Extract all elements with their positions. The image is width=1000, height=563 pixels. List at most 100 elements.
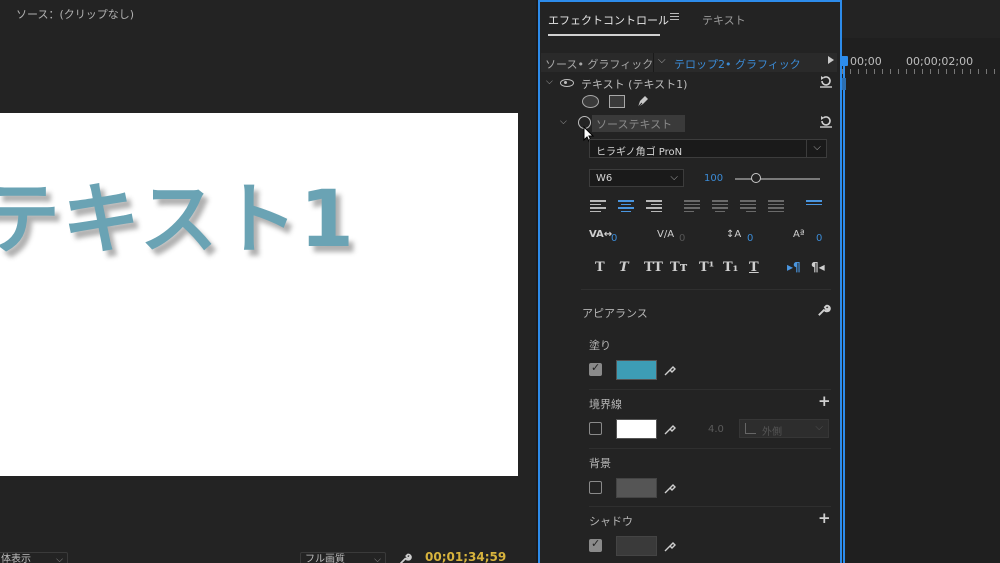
playhead-handle[interactable]	[840, 56, 848, 66]
ellipse-mask-icon[interactable]	[582, 95, 599, 108]
stroke-color-swatch[interactable]	[616, 419, 657, 439]
font-weight-value: W6	[596, 173, 613, 184]
font-family-dropdown[interactable]: ヒラギノ角ゴ ProN ⌵	[589, 139, 827, 158]
fill-color-swatch[interactable]	[616, 360, 657, 380]
justify-center-icon[interactable]	[712, 200, 728, 214]
tracking-value[interactable]: 0	[611, 233, 617, 244]
pen-icon[interactable]	[635, 93, 651, 109]
kerning-icon[interactable]: V/A	[657, 229, 674, 240]
align-top-icon[interactable]	[806, 200, 822, 214]
all-caps-icon[interactable]: TT	[644, 260, 663, 275]
source-monitor-title: ソース：(クリップなし)	[16, 8, 135, 21]
subscript-icon[interactable]: T₁	[723, 260, 738, 275]
font-family-value: ヒラギノ角ゴ ProN	[596, 147, 683, 158]
timeline-ruler[interactable]	[842, 69, 1000, 74]
background-color-swatch[interactable]	[616, 478, 657, 498]
timeline-time-mark: 00;00;02;00	[906, 55, 974, 68]
stroke-checkbox[interactable]	[589, 422, 602, 435]
background-checkbox[interactable]	[589, 481, 602, 494]
leading-icon[interactable]: ↕A	[726, 229, 741, 240]
clip-divider	[653, 53, 654, 72]
clip-bar	[842, 78, 846, 90]
fill-checkbox[interactable]	[589, 361, 602, 376]
panel-tabs: エフェクトコントロール テキスト	[538, 0, 1000, 38]
clip-source-label[interactable]: ソース• グラフィック	[545, 56, 653, 72]
program-canvas[interactable]: テキスト1	[0, 113, 518, 476]
baseline-shift-icon[interactable]: Aª	[793, 229, 805, 240]
resolution-dropdown[interactable]: フル画質 ⌵	[300, 552, 386, 563]
clip-sequence-label[interactable]: テロップ2• グラフィック	[674, 56, 801, 72]
wrench-icon[interactable]	[816, 303, 831, 318]
add-shadow-icon[interactable]: +	[818, 509, 831, 527]
shadow-checkbox[interactable]	[589, 537, 602, 552]
eyedropper-icon[interactable]	[663, 422, 677, 436]
superscript-icon[interactable]: T¹	[699, 260, 714, 275]
fill-label: 塗り	[589, 339, 611, 352]
tab-text[interactable]: テキスト	[702, 12, 746, 28]
section-divider	[589, 448, 831, 449]
small-caps-icon[interactable]: Tт	[670, 260, 688, 275]
section-divider	[581, 289, 831, 290]
faux-italic-icon[interactable]: T	[619, 260, 629, 275]
chevron-down-icon: ⌵	[56, 555, 63, 563]
eyedropper-icon[interactable]	[663, 481, 677, 495]
underline-icon[interactable]: T	[749, 260, 759, 275]
font-weight-dropdown[interactable]: W6 ⌵	[589, 169, 684, 187]
tracking-icon[interactable]: VA↔	[589, 229, 612, 240]
section-divider	[589, 506, 831, 507]
justify-right-icon[interactable]	[740, 200, 756, 214]
panel-menu-icon[interactable]	[670, 13, 679, 22]
active-tab-indicator	[548, 34, 660, 36]
stroke-width-value[interactable]: 4.0	[708, 424, 724, 435]
eyedropper-icon[interactable]	[663, 363, 677, 377]
stroke-label: 境界線	[589, 398, 622, 411]
align-right-icon[interactable]	[646, 200, 662, 214]
chevron-down-icon: ⌵	[374, 555, 381, 563]
reset-icon[interactable]	[819, 114, 833, 128]
shadow-color-swatch[interactable]	[616, 536, 657, 556]
eyedropper-icon[interactable]	[663, 539, 677, 553]
wrench-icon[interactable]	[398, 552, 412, 563]
section-divider	[589, 389, 831, 390]
align-left-icon[interactable]	[590, 200, 606, 214]
baseline-shift-value[interactable]: 0	[816, 233, 822, 244]
effect-controls-panel: エフェクトコントロール テキスト ソース• グラフィック ⌵ テロップ2• グラ…	[537, 0, 1000, 563]
chevron-down-icon[interactable]: ⌵	[658, 55, 666, 66]
font-size-slider[interactable]	[735, 178, 820, 180]
justify-left-icon[interactable]	[684, 200, 700, 214]
play-triangle-icon[interactable]	[828, 56, 834, 64]
kerning-value[interactable]: 0	[679, 233, 685, 244]
canvas-title-text[interactable]: テキスト1	[0, 157, 356, 269]
leading-value[interactable]: 0	[747, 233, 753, 244]
chevron-down-icon[interactable]: ⌵	[546, 77, 553, 87]
eye-icon[interactable]	[560, 79, 574, 87]
zoom-dropdown-value: 体表示	[1, 554, 31, 563]
source-monitor-panel: ソース：(クリップなし) テキスト1 体表示 ⌵ フル画質 ⌵ 00;01;34…	[0, 0, 536, 563]
chevron-down-icon[interactable]: ⌵	[560, 117, 567, 127]
timecode-display[interactable]: 00;01;34;59	[425, 550, 506, 563]
background-label: 背景	[589, 457, 611, 470]
tab-effect-controls[interactable]: エフェクトコントロール	[548, 12, 669, 28]
timeline-time-start: 00;00	[850, 55, 882, 68]
rectangle-mask-icon[interactable]	[609, 95, 625, 108]
zoom-dropdown[interactable]: 体表示 ⌵	[0, 552, 68, 563]
stroke-position-dropdown[interactable]: 外側 ⌵	[739, 419, 829, 438]
mini-timeline[interactable]: 00;00 00;00;02;00	[840, 38, 1000, 563]
align-center-icon[interactable]	[618, 200, 634, 214]
chevron-down-icon: ⌵	[815, 422, 823, 433]
chevron-down-icon: ⌵	[670, 172, 678, 183]
faux-bold-icon[interactable]: T	[595, 260, 605, 275]
ltr-direction-icon[interactable]: ▸¶	[787, 260, 801, 274]
font-size-value[interactable]: 100	[704, 173, 723, 184]
justify-all-icon[interactable]	[768, 200, 784, 214]
dropdown-divider	[806, 140, 807, 157]
shadow-label: シャドウ	[589, 515, 633, 528]
reset-icon[interactable]	[819, 74, 833, 88]
rtl-direction-icon[interactable]: ¶◂	[811, 260, 825, 274]
add-stroke-icon[interactable]: +	[818, 392, 831, 410]
appearance-title: アピアランス	[582, 307, 648, 320]
font-size-slider-knob[interactable]	[751, 173, 761, 183]
playhead-line[interactable]	[843, 56, 845, 563]
source-text-field[interactable]: ソーステキスト	[592, 115, 685, 132]
stroke-position-value: 外側	[762, 427, 782, 438]
